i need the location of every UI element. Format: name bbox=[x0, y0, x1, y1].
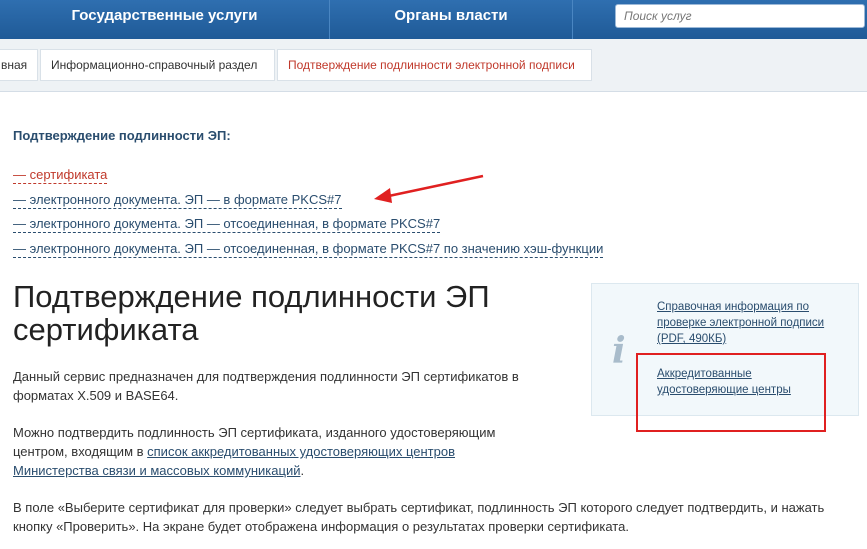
breadcrumb-home[interactable]: вная bbox=[0, 49, 38, 81]
breadcrumb: вная Информационно-справочный раздел Под… bbox=[0, 39, 867, 92]
tab-government-services[interactable]: Государственные услуги bbox=[0, 0, 330, 39]
links-heading: Подтверждение подлинности ЭП: bbox=[13, 128, 231, 143]
instructions-paragraph: В поле «Выберите сертификат для проверки… bbox=[13, 500, 825, 534]
top-navigation: Государственные услуги Органы власти bbox=[0, 0, 867, 39]
link-document-detached-hash[interactable]: — электронного документа. ЭП — отсоедине… bbox=[13, 240, 604, 258]
info-icon: i bbox=[612, 330, 626, 372]
accredited-text-end: . bbox=[300, 463, 305, 478]
breadcrumb-info-section[interactable]: Информационно-справочный раздел bbox=[40, 49, 275, 81]
arrow-head bbox=[374, 188, 392, 203]
search-input[interactable] bbox=[615, 4, 865, 28]
description-paragraph: Данный сервис предназначен для подтвержд… bbox=[13, 369, 519, 403]
arrow-shaft bbox=[383, 174, 484, 199]
annotation-box bbox=[636, 353, 826, 432]
link-document-detached[interactable]: — электронного документа. ЭП — отсоедине… bbox=[13, 215, 441, 233]
page-title: Подтверждение подлинности ЭП сертификата bbox=[13, 279, 490, 347]
accredited-paragraph: Можно подтвердить подлинность ЭП сертифи… bbox=[13, 423, 543, 480]
link-document-pkcs7[interactable]: — электронного документа. ЭП — в формате… bbox=[13, 191, 342, 209]
tab-authorities[interactable]: Органы власти bbox=[330, 0, 573, 39]
reference-pdf-link[interactable]: Справочная информация по проверке электр… bbox=[657, 299, 832, 347]
breadcrumb-current: Подтверждение подлинности электронной по… bbox=[277, 49, 592, 81]
link-certificate[interactable]: — сертификата bbox=[13, 166, 108, 184]
